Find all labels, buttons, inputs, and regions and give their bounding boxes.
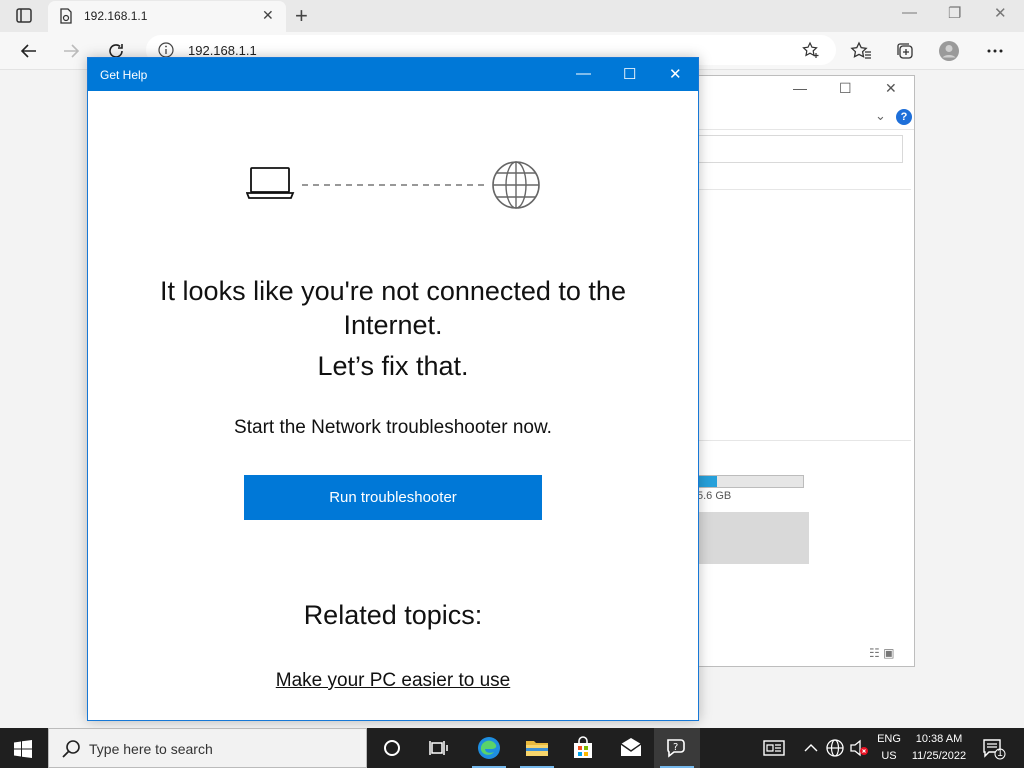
close-icon[interactable]: ✕	[885, 80, 897, 97]
clock-date[interactable]: 11/25/2022	[906, 750, 972, 762]
get-help-titlebar: Get Help — ☐ ✕	[88, 58, 698, 91]
plus-icon[interactable]: +	[295, 3, 308, 29]
news-icon[interactable]	[763, 738, 785, 758]
headline: It looks like you're not connected to th…	[160, 276, 626, 340]
file-explorer-icon	[526, 741, 548, 756]
storage-bar	[697, 475, 804, 488]
more-icon[interactable]	[984, 40, 1006, 62]
divider	[693, 189, 911, 190]
taskbar-edge[interactable]	[466, 728, 512, 768]
volume-muted-icon[interactable]	[849, 738, 869, 758]
tab-actions-icon[interactable]	[10, 7, 38, 25]
connection-illustration	[246, 161, 540, 209]
browser-tab-strip: 192.168.1.1 ✕ + — ❐ ✕	[0, 0, 1024, 32]
cortana-button[interactable]	[369, 728, 415, 768]
network-icon[interactable]	[825, 738, 845, 758]
favorite-add-icon[interactable]	[802, 41, 820, 59]
background-window-titlebar: — ☐ ✕	[693, 76, 914, 106]
minimize-icon[interactable]: —	[576, 65, 591, 82]
collections-icon[interactable]	[894, 40, 916, 62]
browser-tab[interactable]: 192.168.1.1 ✕	[48, 1, 286, 32]
taskbar: Type here to search ? ENG US 10:38 AM 11…	[0, 728, 1024, 768]
subheadline: Let’s fix that.	[317, 351, 469, 381]
search-placeholder: Type here to search	[89, 741, 213, 757]
maximize-icon[interactable]: ☐	[623, 65, 636, 83]
taskbar-store[interactable]	[560, 728, 606, 768]
ribbon: ⌄ ?	[693, 106, 914, 130]
forward-arrow-icon[interactable]	[60, 40, 82, 62]
taskbar-file-explorer[interactable]	[514, 728, 560, 768]
selected-item-highlight	[697, 512, 809, 564]
minimize-icon[interactable]: —	[793, 80, 807, 96]
chevron-down-icon[interactable]: ⌄	[875, 108, 886, 124]
taskbar-mail[interactable]	[608, 728, 654, 768]
svg-text:?: ?	[673, 742, 678, 753]
clock-time[interactable]: 10:38 AM	[906, 733, 972, 745]
cortana-icon	[384, 740, 400, 756]
notification-count: 1	[997, 748, 1003, 759]
store-icon	[574, 736, 592, 758]
task-view-icon	[429, 741, 448, 755]
language-bottom[interactable]: US	[872, 750, 906, 762]
related-topic-link[interactable]: Make your PC easier to use	[88, 670, 698, 692]
mail-icon	[620, 738, 642, 756]
close-icon[interactable]: ✕	[262, 7, 274, 24]
back-arrow-icon[interactable]	[18, 40, 40, 62]
close-window-icon[interactable]: ✕	[994, 4, 1007, 22]
background-window[interactable]: — ☐ ✕ ⌄ ? 5.6 GB ☷ ▣	[692, 75, 915, 667]
storage-text: 5.6 GB	[697, 490, 732, 502]
profile-icon[interactable]	[938, 40, 960, 62]
task-view-button[interactable]	[416, 728, 462, 768]
search-field[interactable]	[693, 135, 903, 163]
chevron-up-icon[interactable]	[803, 738, 819, 758]
search-icon	[62, 740, 80, 758]
windows-logo-icon[interactable]	[14, 740, 32, 758]
tab-title: 192.168.1.1	[84, 9, 148, 23]
instruction-text: Start the Network troubleshooter now.	[234, 417, 552, 438]
maximize-icon[interactable]: ☐	[839, 80, 852, 97]
minimize-icon[interactable]: —	[902, 4, 917, 21]
restore-icon[interactable]: ❐	[948, 4, 961, 22]
close-icon[interactable]: ✕	[669, 65, 682, 83]
edge-icon	[478, 737, 500, 759]
language-top[interactable]: ENG	[872, 733, 906, 745]
favicon-icon	[60, 8, 72, 24]
taskbar-get-help[interactable]: ?	[654, 728, 700, 768]
help-icon[interactable]: ?	[896, 109, 912, 125]
taskbar-search-box[interactable]: Type here to search	[48, 728, 367, 768]
info-icon[interactable]	[158, 42, 174, 58]
view-toggle-icons[interactable]: ☷ ▣	[869, 646, 894, 660]
window-title: Get Help	[100, 68, 148, 82]
globe-icon	[492, 161, 540, 209]
get-help-icon: ?	[667, 739, 685, 758]
divider	[693, 440, 911, 441]
run-troubleshooter-button[interactable]: Run troubleshooter	[244, 475, 542, 520]
storage-bar-fill	[698, 476, 717, 487]
get-help-window: Get Help — ☐ ✕ It looks like you're not …	[87, 57, 699, 721]
laptop-icon	[246, 167, 295, 199]
favorites-icon[interactable]	[850, 40, 872, 62]
related-topics-heading: Related topics:	[303, 600, 483, 630]
address-text: 192.168.1.1	[188, 43, 257, 58]
